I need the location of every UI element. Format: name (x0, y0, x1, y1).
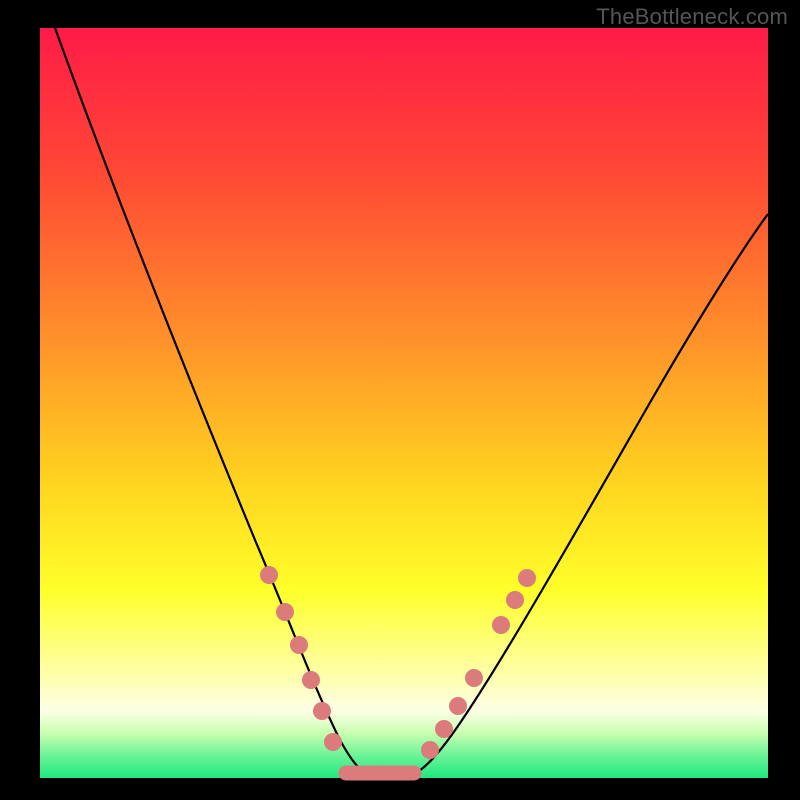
watermark-text: TheBottleneck.com (596, 4, 788, 30)
right-dot (518, 569, 536, 587)
left-dot (302, 671, 320, 689)
right-dot (465, 669, 483, 687)
plot-background (40, 28, 768, 778)
left-dot (260, 566, 278, 584)
right-dot (435, 720, 453, 738)
left-dot (290, 636, 308, 654)
right-dot (492, 616, 510, 634)
right-dot (449, 697, 467, 715)
right-dot (506, 591, 524, 609)
left-dot (276, 603, 294, 621)
chart-svg (0, 0, 800, 800)
left-dot (324, 733, 342, 751)
left-dot (313, 702, 331, 720)
right-dot (421, 741, 439, 759)
chart-frame: TheBottleneck.com (0, 0, 800, 800)
